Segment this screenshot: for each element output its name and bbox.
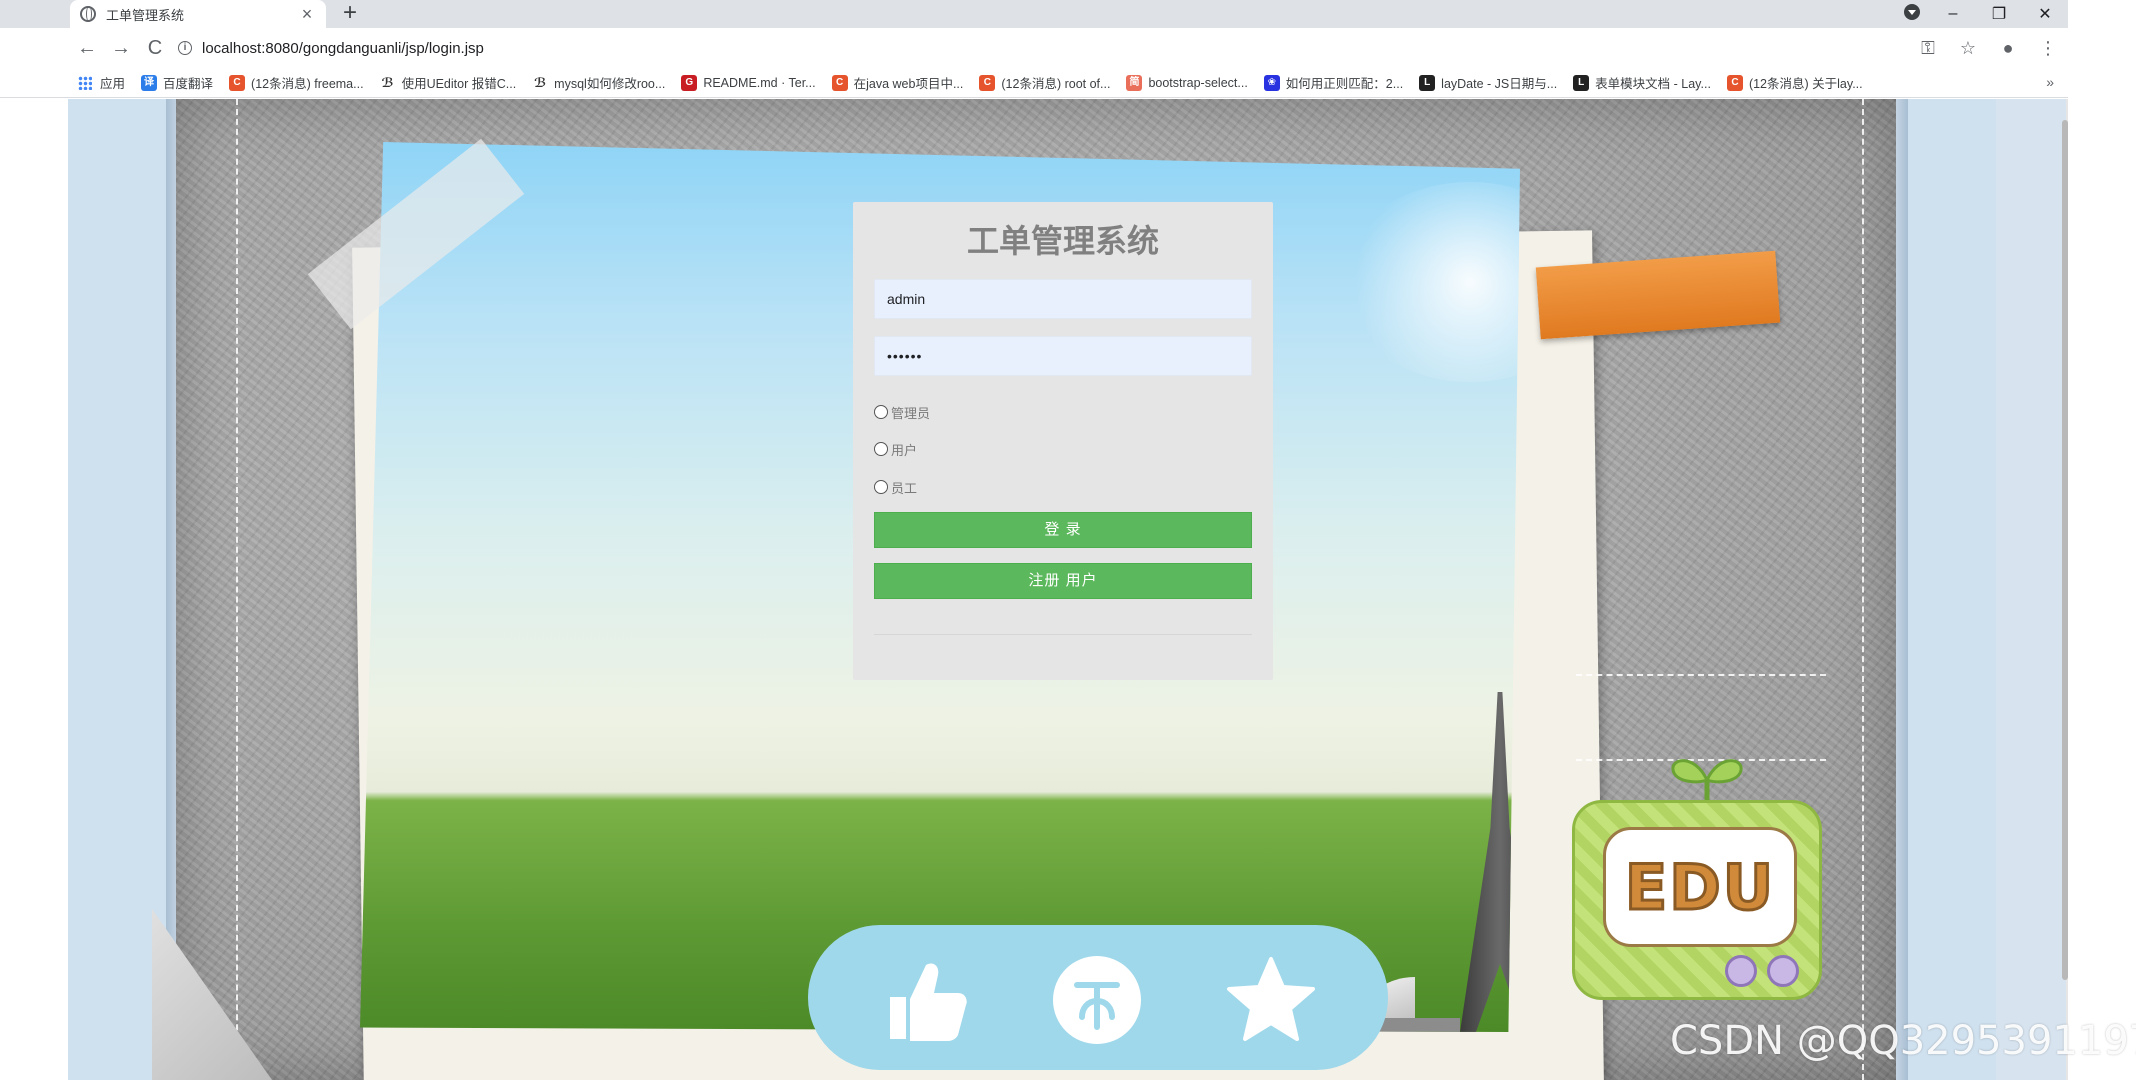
- bookmark-label: (12条消息) freema...: [251, 77, 364, 91]
- bookmark-label: 应用: [100, 77, 126, 91]
- bookmark-star-icon[interactable]: ☆: [1948, 38, 1988, 59]
- bookmarks-overflow-button[interactable]: »: [2046, 74, 2054, 90]
- globe-icon: [80, 6, 96, 22]
- bookmark-label: 如何用正则匹配：2...: [1285, 77, 1404, 91]
- role-label: 管理员: [891, 405, 931, 421]
- forward-button[interactable]: →: [104, 37, 138, 60]
- gitee-icon: G: [681, 74, 698, 91]
- stitch-line-left: [236, 99, 238, 1080]
- layui-icon: L: [1419, 74, 1436, 91]
- ueditor-icon: ℬ: [532, 74, 549, 91]
- thumbs-up-icon[interactable]: [880, 955, 970, 1045]
- divider: [874, 634, 1252, 635]
- csdn-icon: C: [979, 74, 996, 91]
- role-label: 员工: [891, 480, 918, 496]
- bookmark-item[interactable]: 译百度翻译: [141, 73, 213, 92]
- page-viewport: EDU 工单管理系统 admin •••••• 管理员 用户 员工 登 录 注册…: [68, 99, 2066, 1080]
- bookmark-item[interactable]: ℬ 使用UEditor 报错C...: [379, 73, 517, 92]
- close-window-button[interactable]: ✕: [2022, 4, 2068, 24]
- bookmark-label: 使用UEditor 报错C...: [401, 77, 517, 91]
- bookmark-label: bootstrap-select...: [1148, 75, 1248, 90]
- register-user-button[interactable]: 注册 用户: [874, 563, 1252, 599]
- url-text[interactable]: localhost:8080/gongdanguanli/jsp/login.j…: [202, 40, 484, 57]
- frame-edge-right: [1896, 99, 1908, 1080]
- ueditor-icon: ℬ: [379, 74, 396, 91]
- bookmark-label: layDate - JS日期与...: [1441, 77, 1558, 91]
- dashed-line: [1576, 674, 1826, 676]
- bookmark-item[interactable]: C (12条消息) 关于lay...: [1726, 73, 1863, 92]
- bookmark-item[interactable]: G README.md · Ter...: [681, 74, 816, 91]
- navigation-bar: ← → C i localhost:8080/gongdanguanli/jsp…: [0, 28, 2068, 68]
- password-key-icon[interactable]: ⚿: [1908, 38, 1948, 59]
- profile-menu-icon[interactable]: [1904, 4, 1920, 20]
- bookmark-label: 表单模块文档 - Lay...: [1595, 77, 1711, 91]
- toolbar-actions: ⚿ ☆ ● ⋮: [1908, 28, 2068, 68]
- login-button[interactable]: 登 录: [874, 512, 1252, 548]
- back-button[interactable]: ←: [70, 37, 104, 60]
- csdn-icon: C: [1726, 74, 1743, 91]
- browser-tab[interactable]: 工单管理系统 ×: [70, 0, 326, 28]
- star-icon[interactable]: [1226, 955, 1316, 1045]
- login-title: 工单管理系统: [966, 222, 1159, 260]
- profile-avatar-icon[interactable]: ●: [1988, 38, 2028, 59]
- role-option-staff[interactable]: 员工: [874, 477, 917, 497]
- new-tab-button[interactable]: +: [338, 0, 362, 28]
- role-label: 用户: [891, 442, 918, 458]
- login-panel: 工单管理系统 admin •••••• 管理员 用户 员工 登 录 注册 用户: [853, 202, 1273, 680]
- tab-bar: 工单管理系统 × + – ❐ ✕: [0, 0, 2068, 28]
- password-input[interactable]: ••••••: [874, 336, 1252, 376]
- bookmark-item[interactable]: ℬmysql如何修改roo...: [532, 73, 665, 92]
- radio-button[interactable]: [874, 405, 888, 419]
- knob-icon: [1767, 955, 1799, 987]
- bookmark-apps[interactable]: 应用: [78, 73, 125, 92]
- minimize-button[interactable]: –: [1930, 5, 1976, 23]
- screen-margin: [2068, 0, 2136, 1080]
- csdn-icon: C: [831, 74, 848, 91]
- radio-button[interactable]: [874, 442, 888, 456]
- browser-menu-icon[interactable]: ⋮: [2028, 38, 2068, 59]
- bookmark-item[interactable]: 简 bootstrap-select...: [1126, 74, 1248, 91]
- knob-icon: [1725, 955, 1757, 987]
- bookmarks-bar: 应用 译百度翻译 C (12条消息) freema... ℬ 使用UEditor 报错C…: [0, 68, 2068, 98]
- tab-title: 工单管理系统: [106, 7, 185, 23]
- layui-icon: L: [1573, 74, 1590, 91]
- tab-close-icon[interactable]: ×: [298, 4, 316, 25]
- bookmark-item[interactable]: ❀ 如何用正则匹配：2...: [1263, 73, 1404, 92]
- coin-icon[interactable]: [1052, 955, 1142, 1045]
- edu-logo-text: EDU: [1603, 827, 1797, 947]
- site-info-icon[interactable]: i: [178, 41, 192, 55]
- role-option-admin[interactable]: 管理员: [874, 402, 930, 422]
- action-pill: [808, 925, 1388, 1070]
- bookmark-label: README.md · Ter...: [703, 75, 816, 90]
- bookmark-item[interactable]: L 表单模块文档 - Lay...: [1573, 73, 1711, 92]
- bookmark-item[interactable]: LlayDate - JS日期与...: [1419, 73, 1557, 92]
- baidu-icon: ❀: [1263, 74, 1280, 91]
- username-input[interactable]: admin: [874, 279, 1252, 319]
- bookmark-label: (12条消息) 关于lay...: [1748, 77, 1863, 91]
- baidu-translate-icon: 译: [141, 74, 158, 91]
- window-controls: – ❐ ✕: [1930, 0, 2068, 28]
- bookmark-label: mysql如何修改roo...: [554, 77, 666, 91]
- csdn-watermark: CSDN @QQ3295391197: [1670, 1018, 2136, 1064]
- restore-button[interactable]: ❐: [1976, 4, 2022, 24]
- stitch-line-right: [1862, 99, 1864, 1080]
- bookmark-item[interactable]: C (12条消息) root of...: [979, 73, 1110, 92]
- bookmark-label: (12条消息) root of...: [1001, 77, 1111, 91]
- role-option-user[interactable]: 用户: [874, 439, 917, 459]
- bookmark-label: 百度翻译: [163, 77, 214, 91]
- bookmark-item[interactable]: C (12条消息) freema...: [229, 73, 364, 92]
- radio-button[interactable]: [874, 480, 888, 494]
- page-margin-right: [1996, 99, 2066, 1080]
- bookmark-label: 在java web项目中...: [853, 77, 964, 91]
- apps-grid-icon: [78, 75, 92, 90]
- edu-badge: EDU: [1572, 750, 1822, 1010]
- address-bar[interactable]: i localhost:8080/gongdanguanli/jsp/login…: [178, 33, 1948, 63]
- edu-tv-frame: EDU: [1572, 800, 1822, 1000]
- jianshu-icon: 简: [1126, 74, 1143, 91]
- screen: 工单管理系统 × + – ❐ ✕ ← → C i localhost:8080/…: [0, 0, 2136, 1080]
- csdn-icon: C: [229, 74, 246, 91]
- bookmark-item[interactable]: C 在java web项目中...: [831, 73, 964, 92]
- reload-button[interactable]: C: [138, 37, 172, 60]
